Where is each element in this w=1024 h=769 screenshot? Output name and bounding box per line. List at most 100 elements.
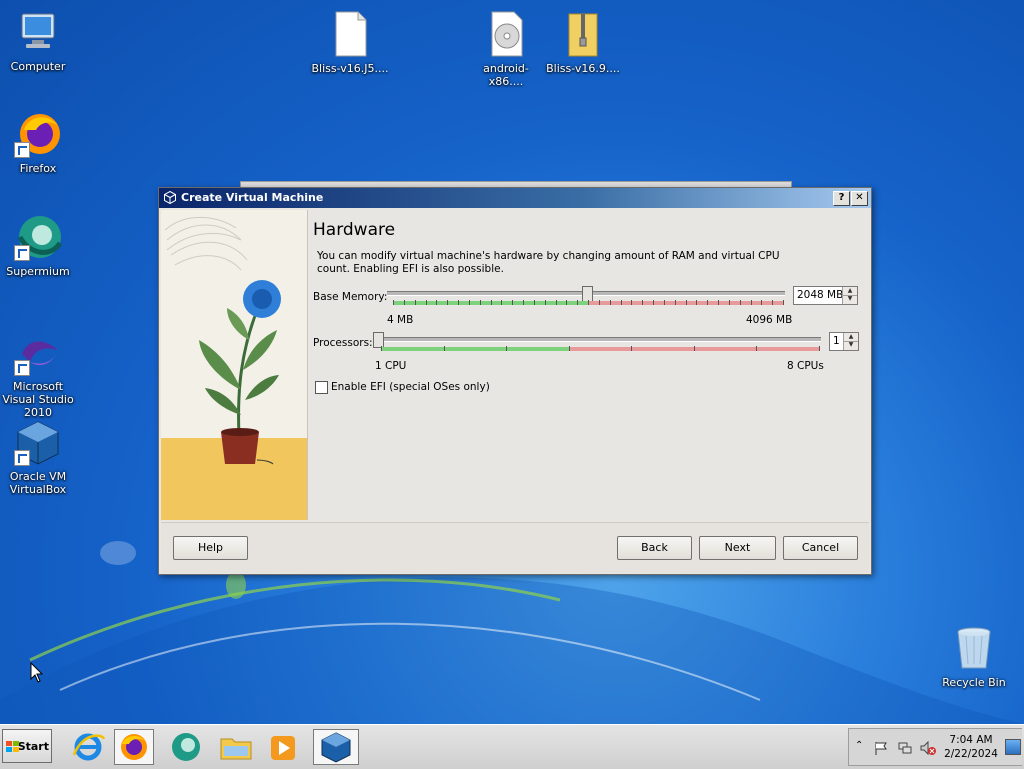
back-button[interactable]: Back — [617, 536, 692, 560]
slider-tick — [609, 300, 611, 305]
taskbar-internet-explorer[interactable] — [68, 729, 108, 765]
media-player-icon — [271, 736, 295, 760]
action-center-flag-icon[interactable] — [873, 740, 889, 756]
slider-tick — [544, 300, 546, 305]
volume-muted-icon[interactable] — [919, 740, 937, 756]
processors-slider-thumb[interactable] — [373, 332, 384, 348]
close-title-button[interactable]: ✕ — [851, 191, 868, 206]
taskbar-media-player[interactable] — [263, 729, 303, 765]
slider-tick — [674, 300, 676, 305]
clock-date: 2/22/2024 — [944, 748, 998, 760]
document-file-icon — [326, 10, 374, 58]
base-memory-value: 2048 MB — [797, 289, 844, 301]
processors-label: Processors: — [313, 337, 373, 349]
shortcut-arrow-icon — [14, 142, 30, 158]
slider-tick — [523, 300, 524, 305]
base-memory-down-arrow-icon[interactable]: ▼ — [843, 295, 857, 303]
internet-explorer-icon — [72, 733, 106, 761]
slider-tick — [739, 300, 741, 305]
processors-value: 1 — [833, 335, 840, 347]
slider-tick — [685, 300, 687, 305]
firefox-icon — [121, 734, 147, 760]
processors-spinbox[interactable]: 1 ▲ ▼ — [829, 332, 859, 351]
flower-pot-illustration — [161, 216, 307, 520]
slider-tick — [718, 300, 719, 305]
dialog-title: Create Virtual Machine — [181, 191, 324, 204]
processors-down-arrow-icon[interactable]: ▼ — [844, 341, 858, 349]
system-tray: ⌃ 7:04 AM 2/22/2024 — [848, 728, 1022, 766]
virtualbox-cube-icon — [164, 191, 176, 204]
slider-tick — [381, 346, 382, 351]
page-heading: Hardware — [313, 220, 396, 240]
enable-efi-label[interactable]: Enable EFI (special OSes only) — [331, 381, 490, 393]
network-icon[interactable] — [897, 740, 913, 756]
slider-tick — [555, 300, 557, 305]
slider-tick — [756, 346, 758, 351]
shortcut-arrow-icon — [14, 245, 30, 261]
computer-icon — [14, 8, 62, 56]
base-memory-min-label: 4 MB — [387, 314, 414, 326]
enable-efi-checkbox[interactable] — [315, 381, 328, 394]
desktop-icon-recycle-bin[interactable]: Recycle Bin — [934, 624, 1014, 689]
desktop-icon-bliss-zip[interactable]: Bliss-v16.9.... — [543, 10, 623, 75]
show-hidden-icons-icon[interactable]: ⌃ — [855, 740, 863, 751]
desktop-icon-label: Computer — [10, 60, 66, 73]
zip-folder-icon — [559, 10, 607, 58]
desktop-icon-label: Recycle Bin — [942, 676, 1006, 689]
help-button[interactable]: Help — [173, 536, 248, 560]
slider-tick — [693, 346, 695, 351]
show-desktop-button[interactable] — [1005, 739, 1021, 755]
processors-slider-track[interactable] — [377, 337, 821, 342]
create-vm-dialog: Create Virtual Machine ? ✕ Hardware You … — [158, 187, 872, 575]
slider-tick — [490, 300, 492, 305]
mouse-cursor-icon — [30, 662, 44, 683]
slider-tick — [393, 300, 394, 305]
desktop-icon-label: Microsoft Visual Studio 2010 — [2, 380, 74, 419]
slider-tick — [631, 300, 633, 305]
desktop-icon-supermium[interactable]: Supermium — [0, 213, 78, 278]
slider-tick — [663, 300, 665, 305]
desktop-icon-label: Bliss-v16.9.... — [546, 62, 620, 75]
help-title-button[interactable]: ? — [833, 191, 850, 206]
virtualbox-icon — [321, 732, 351, 763]
slider-tick — [566, 300, 568, 305]
slider-tick — [598, 300, 600, 305]
taskbar: Start ⌃ 7:04 AM 2/22/2024 — [0, 724, 1024, 769]
start-button[interactable]: Start — [2, 729, 52, 763]
taskbar-firefox[interactable] — [114, 729, 154, 765]
desktop-icon-label: android-x86.... — [483, 62, 529, 88]
desktop-icon-virtualbox[interactable]: Oracle VM VirtualBox — [0, 418, 78, 496]
disc-image-file-icon — [482, 10, 530, 58]
slider-recommended-range — [381, 347, 570, 351]
slider-tick — [501, 300, 503, 305]
base-memory-spinbox[interactable]: 2048 MB ▲ ▼ — [793, 286, 858, 305]
desktop-icon-android-iso[interactable]: android-x86.... — [466, 10, 546, 88]
next-button[interactable]: Next — [699, 536, 776, 560]
desktop-icon-computer[interactable]: Computer — [0, 8, 78, 73]
processors-min-label: 1 CPU — [375, 360, 407, 372]
dialog-titlebar[interactable]: Create Virtual Machine ? ✕ — [159, 188, 871, 208]
taskbar-supermium[interactable] — [166, 729, 206, 765]
shortcut-arrow-icon — [14, 360, 30, 376]
supermium-icon — [172, 733, 200, 761]
desktop-icon-firefox[interactable]: Firefox — [0, 110, 78, 175]
clock[interactable]: 7:04 AM 2/22/2024 — [943, 733, 999, 761]
slider-tick — [479, 300, 481, 305]
shortcut-arrow-icon — [14, 450, 30, 466]
slider-tick — [468, 300, 470, 305]
taskbar-virtualbox[interactable] — [313, 729, 359, 765]
slider-tick — [506, 346, 508, 351]
desktop-icon-bliss-json[interactable]: Bliss-v16.J5.... — [310, 10, 390, 75]
desktop-icon-label: Oracle VM VirtualBox — [9, 470, 67, 496]
slider-tick — [696, 300, 698, 305]
start-label: Start — [17, 740, 49, 753]
desktop-icon-visual-studio[interactable]: Microsoft Visual Studio 2010 — [0, 328, 78, 419]
slider-tick — [512, 300, 514, 305]
slider-tick — [533, 300, 535, 305]
taskbar-file-explorer[interactable] — [216, 729, 256, 765]
cancel-button[interactable]: Cancel — [783, 536, 858, 560]
slider-tick — [750, 300, 752, 305]
base-memory-max-label: 4096 MB — [746, 314, 793, 326]
slider-tick — [761, 300, 763, 305]
slider-tick — [631, 346, 633, 351]
